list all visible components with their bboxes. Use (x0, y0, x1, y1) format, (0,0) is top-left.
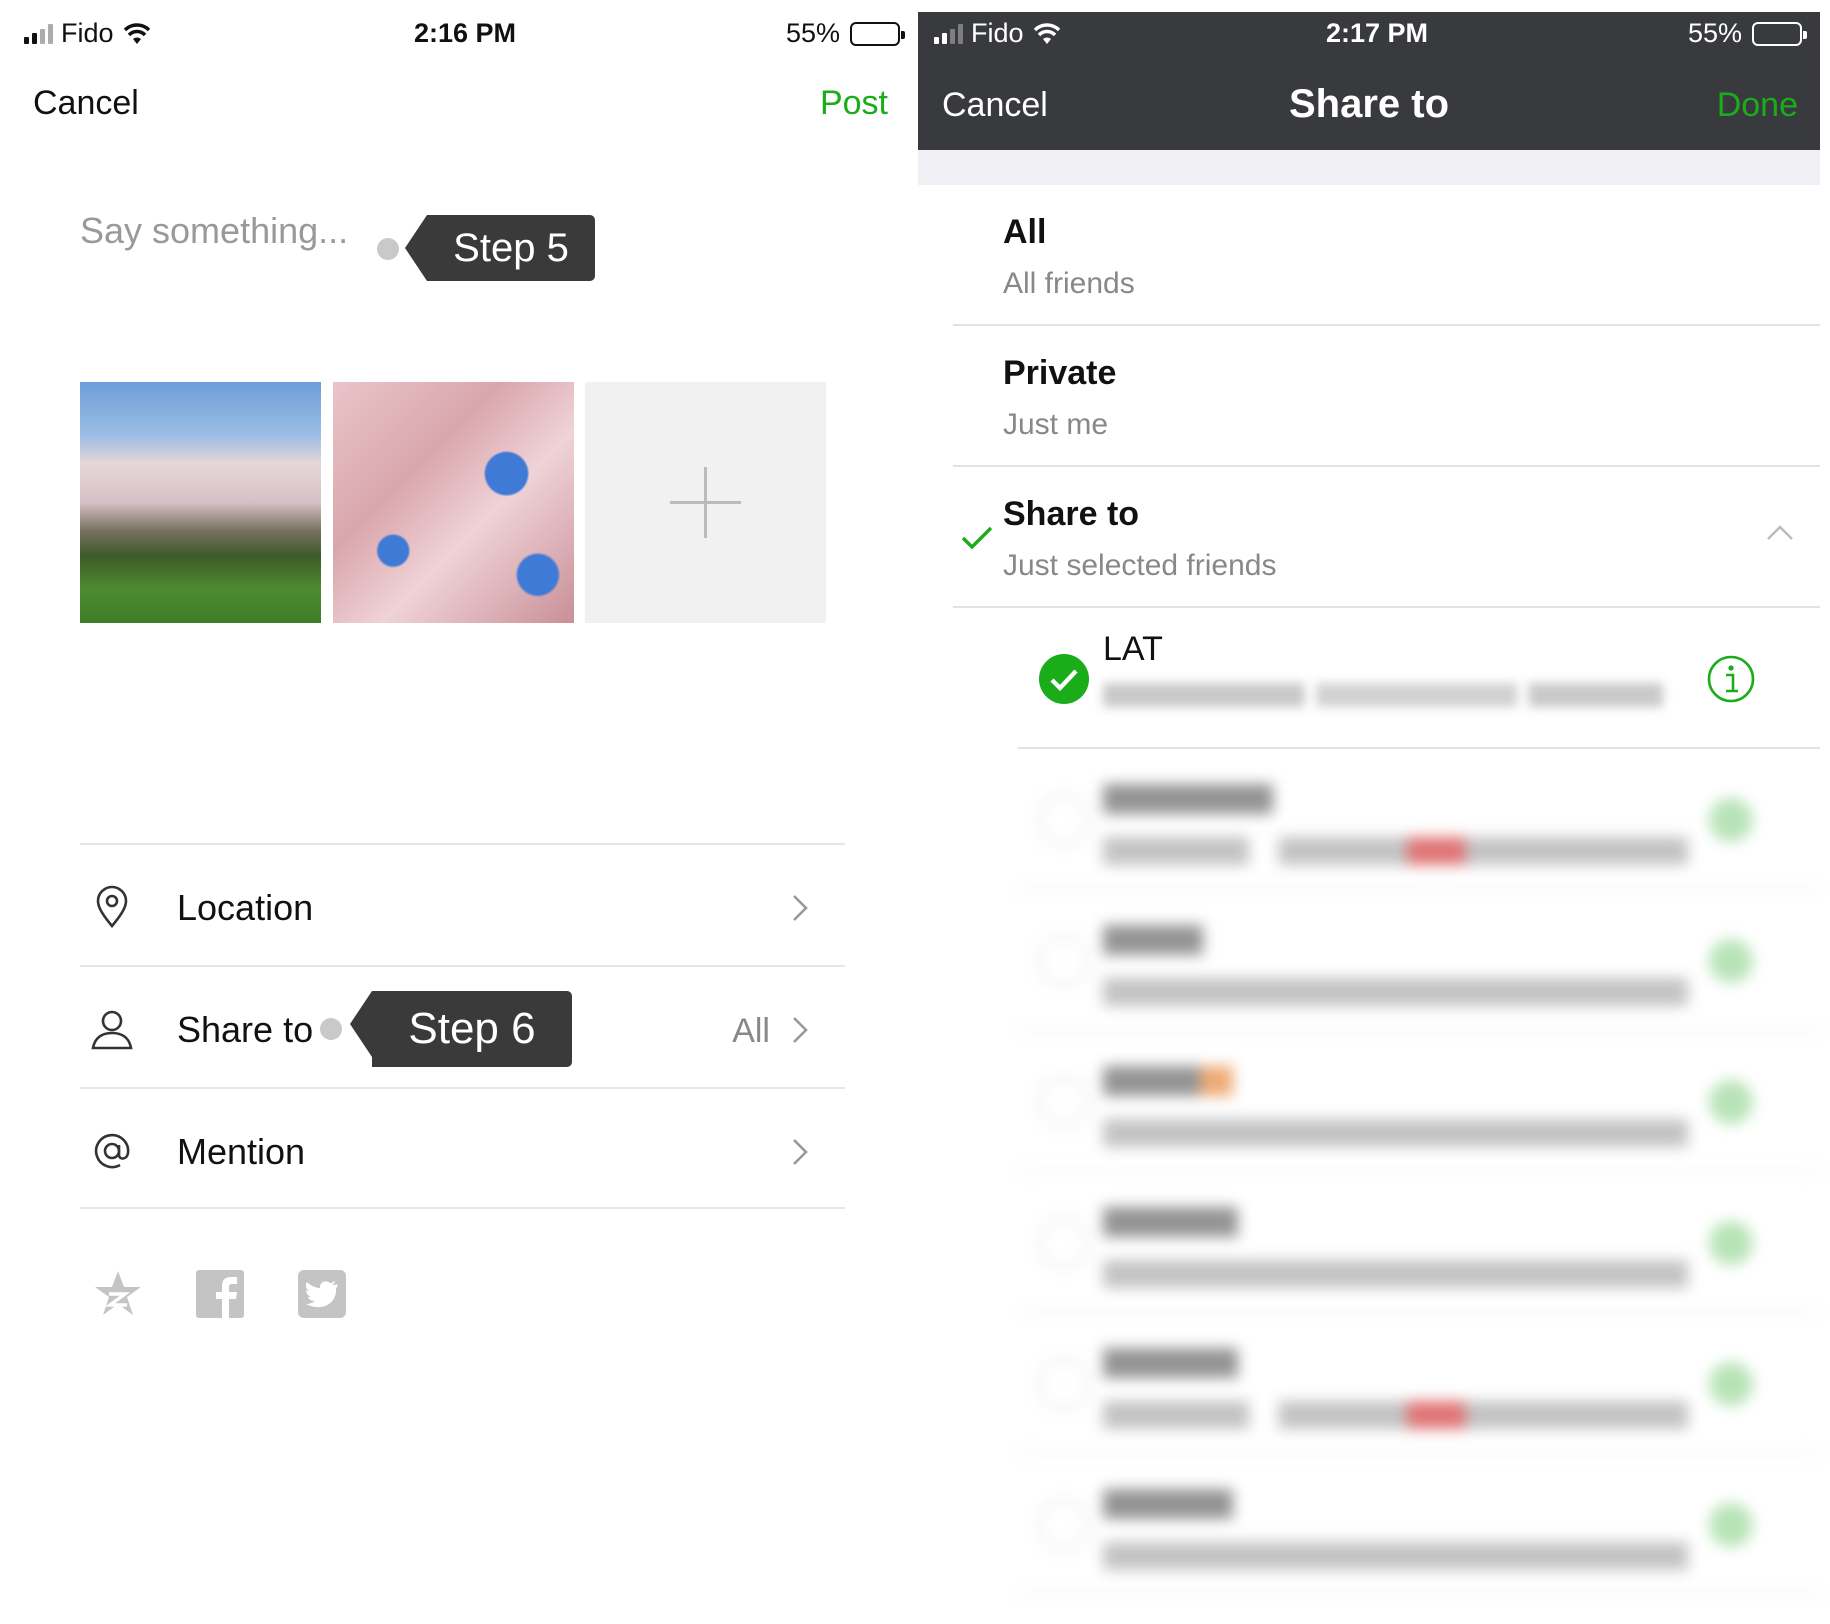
person-icon (91, 1010, 133, 1050)
status-bar: Fido 2:17 PM 55% (918, 0, 1820, 70)
tag-group-name (1103, 1207, 1238, 1237)
option-subtitle: Just me (1003, 408, 1109, 441)
facebook-icon[interactable] (194, 1268, 246, 1320)
tag-group-members (1103, 1542, 1688, 1570)
battery-percent: 55% (785, 18, 840, 48)
tag-group-row[interactable] (1018, 1031, 1820, 1172)
tag-group-row[interactable] (1018, 890, 1820, 1031)
qzone-star-icon[interactable] (92, 1268, 144, 1320)
location-row[interactable]: Location (80, 843, 845, 965)
chevron-right-icon (793, 895, 808, 921)
carrier-name: Fido (61, 18, 114, 48)
tag-group-row[interactable] (1018, 1313, 1820, 1454)
battery: 55% (1687, 18, 1807, 49)
share-to-screen: Fido 2:17 PM 55% Cancel Share to Done Al… (918, 0, 1830, 1624)
info-icon[interactable] (1706, 936, 1756, 986)
tag-group-members (1103, 837, 1688, 865)
unselected-circle-icon[interactable] (1038, 1499, 1090, 1551)
tag-group-members (1103, 1401, 1688, 1429)
tag-group-members (1103, 978, 1688, 1006)
info-icon[interactable] (1706, 654, 1756, 704)
add-photo-button[interactable] (585, 382, 826, 623)
chevron-right-icon (793, 1017, 808, 1043)
unselected-circle-icon[interactable] (1038, 935, 1090, 987)
status-time: 2:16 PM (414, 18, 517, 48)
location-label: Location (177, 887, 314, 928)
at-sign-icon (94, 1133, 130, 1169)
battery-percent: 55% (1687, 18, 1742, 48)
carrier: Fido (934, 18, 1062, 49)
mention-label: Mention (177, 1131, 306, 1172)
visibility-option-private[interactable]: Private Just me (953, 326, 1820, 467)
visibility-option-all[interactable]: All All friends (953, 185, 1820, 326)
tag-group-lat[interactable]: LAT (1018, 608, 1820, 749)
info-icon[interactable] (1706, 1359, 1756, 1409)
wifi-icon (1033, 22, 1060, 44)
visibility-option-share-to[interactable]: Share to Just selected friends (953, 467, 1820, 608)
location-pin-icon (96, 885, 128, 929)
option-title: Private (1003, 354, 1117, 392)
page-title: Share to (1288, 82, 1450, 126)
tag-group-row[interactable] (1018, 1454, 1820, 1595)
tag-group-members (1103, 682, 1688, 714)
status-time: 2:17 PM (1326, 18, 1429, 48)
carrier: Fido (24, 18, 152, 49)
battery: 55% (785, 18, 905, 49)
info-icon[interactable] (1706, 1218, 1756, 1268)
step5-callout: Step 5 (405, 215, 595, 281)
step5-pointer-dot (377, 238, 399, 260)
option-title: Share to (1003, 495, 1140, 533)
info-icon[interactable] (1706, 795, 1756, 845)
share-to-label: Share to (177, 1009, 314, 1050)
option-title: All (1003, 213, 1047, 251)
selected-check-icon[interactable] (1038, 653, 1090, 705)
tag-group-name (1103, 784, 1273, 814)
carrier-name: Fido (971, 18, 1024, 48)
cancel-button[interactable]: Cancel (33, 84, 139, 123)
status-bar: Fido 2:16 PM 55% (0, 0, 918, 70)
tag-group-name (1103, 1348, 1238, 1378)
tag-group-name (1103, 1066, 1233, 1096)
tag-group-members (1103, 1260, 1688, 1288)
checkmark-icon (961, 526, 993, 550)
chevron-right-icon (793, 1139, 808, 1165)
unselected-circle-icon[interactable] (1038, 1217, 1090, 1269)
mention-row[interactable]: Mention (80, 1087, 845, 1209)
option-subtitle: Just selected friends (1003, 549, 1277, 582)
battery-icon (1752, 21, 1807, 46)
unselected-circle-icon[interactable] (1038, 1076, 1090, 1128)
tag-group-name (1103, 925, 1203, 955)
tag-group-row[interactable] (1018, 1172, 1820, 1313)
share-sync-icons (92, 1268, 348, 1320)
unselected-circle-icon[interactable] (1038, 1358, 1090, 1410)
unselected-circle-icon[interactable] (1038, 794, 1090, 846)
chevron-up-icon[interactable] (1766, 523, 1794, 541)
step6-callout: Step 6 (350, 991, 572, 1067)
compose-moment-screen: Fido 2:16 PM 55% Cancel Post Say somethi… (0, 0, 918, 1624)
section-spacer (918, 150, 1820, 185)
battery-icon (850, 21, 905, 46)
signal-icon (934, 23, 963, 44)
compose-text-input[interactable]: Say something... (80, 210, 348, 252)
done-button[interactable]: Done (1717, 86, 1798, 125)
photo-thumbnail-1[interactable] (80, 382, 321, 623)
tag-group-name: LAT (1103, 630, 1163, 668)
share-to-value: All (732, 1012, 770, 1050)
twitter-icon[interactable] (296, 1268, 348, 1320)
tag-group-name (1103, 1489, 1233, 1519)
tag-group-members (1103, 1119, 1688, 1147)
share-to-header: Fido 2:17 PM 55% Cancel Share to Done (918, 12, 1820, 150)
tag-group-row[interactable] (1018, 749, 1820, 890)
photo-thumbnail-2[interactable] (333, 382, 574, 623)
option-subtitle: All friends (1003, 267, 1135, 300)
step6-pointer-dot (320, 1018, 342, 1040)
signal-icon (24, 23, 53, 44)
info-icon[interactable] (1706, 1500, 1756, 1550)
info-icon[interactable] (1706, 1077, 1756, 1127)
wifi-icon (123, 22, 150, 44)
post-button[interactable]: Post (820, 84, 888, 123)
